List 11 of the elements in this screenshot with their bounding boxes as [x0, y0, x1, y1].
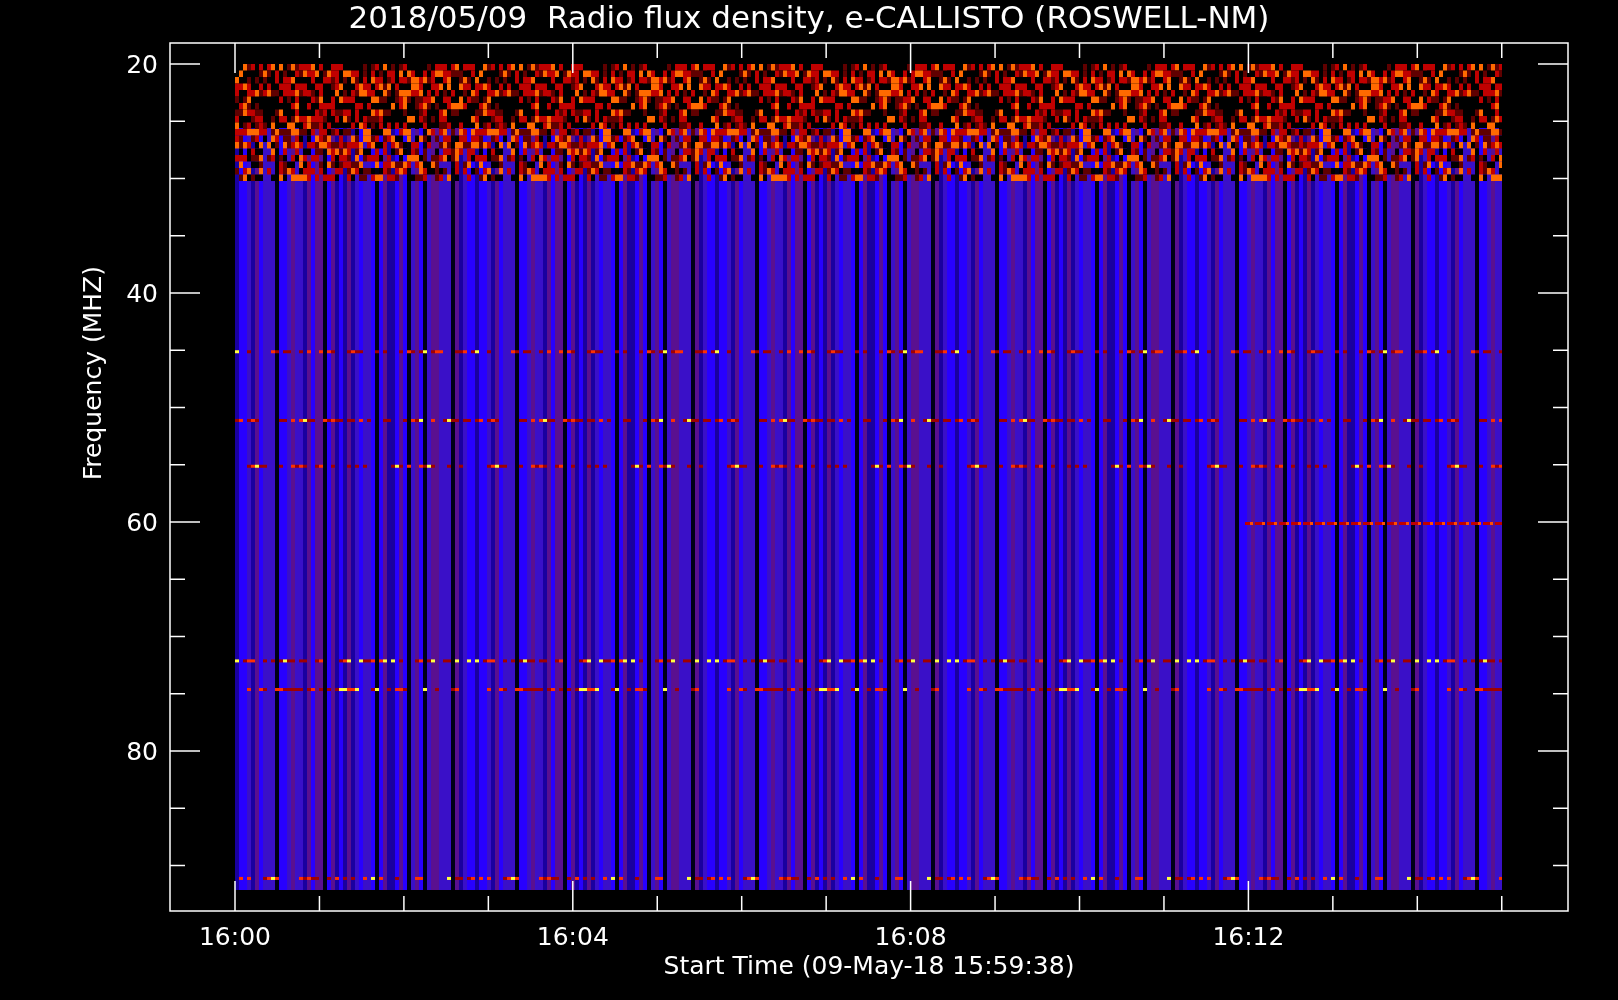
x-tick-label: 16:00	[199, 922, 271, 951]
y-tick-label: 40	[126, 279, 158, 308]
x-tick-label: 16:04	[536, 922, 609, 951]
x-axis-label: Start Time (09-May-18 15:59:38)	[663, 951, 1075, 980]
x-tick-label: 16:08	[874, 922, 947, 951]
y-tick-label: 60	[126, 508, 158, 537]
chart-title: 2018/05/09 Radio flux density, e-CALLISTO (ROSWELL-NM)	[348, 0, 1270, 35]
y-axis-label: Frequency (MHZ)	[78, 266, 107, 481]
x-tick-label: 16:12	[1212, 922, 1285, 951]
y-tick-label: 80	[126, 737, 158, 766]
y-tick-label: 20	[126, 50, 158, 79]
